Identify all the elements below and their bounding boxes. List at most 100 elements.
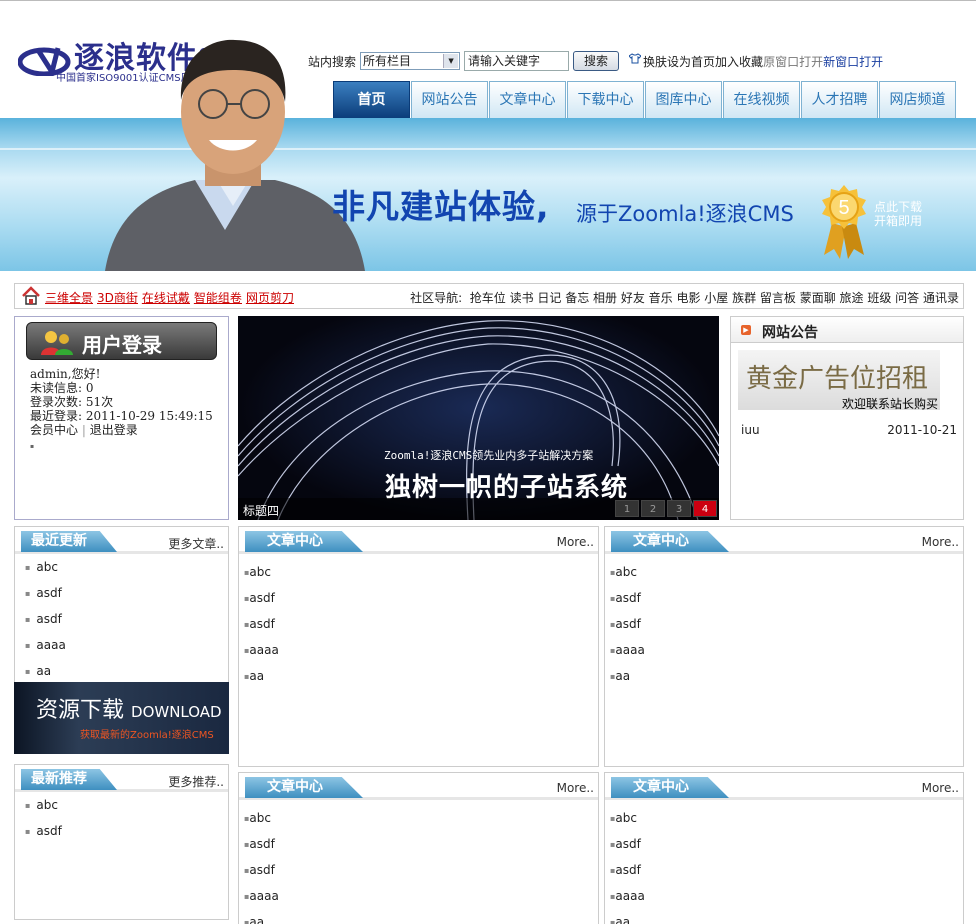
link-set-home[interactable]: 设为首页	[667, 53, 715, 70]
quick-link-panorama[interactable]: 三维全景	[45, 289, 93, 306]
list-item[interactable]: aa	[244, 909, 279, 924]
medal-number: 5	[838, 197, 849, 219]
tab-shop[interactable]: 网店频道	[879, 81, 956, 119]
more-recommend-link[interactable]: 更多推荐..	[168, 773, 224, 790]
slideshow[interactable]: Zoomla!逐浪CMS领先业内多子站解决方案 独树一帜的子站系统 标题四 1 …	[238, 316, 719, 520]
tab-jobs[interactable]: 人才招聘	[801, 81, 878, 119]
list-item[interactable]: aaaa	[610, 883, 644, 909]
list-item[interactable]: aaaa	[244, 883, 278, 909]
panel-title: 文章中心	[611, 531, 729, 552]
tab-articles[interactable]: 文章中心	[489, 81, 566, 119]
list-item[interactable]: asdf	[244, 585, 279, 611]
ad-sub-text: 欢迎联系站长购买	[842, 397, 939, 411]
tab-gallery[interactable]: 图库中心	[645, 81, 722, 119]
recommend-panel: 最新推荐 更多推荐.. abc asdf	[14, 764, 229, 920]
list-item[interactable]: abc	[25, 792, 62, 818]
list-item[interactable]: aa	[610, 909, 645, 924]
notice-item-title[interactable]: iuu	[741, 423, 760, 437]
ad-banner[interactable]: 黄金广告位招租 欢迎联系站长购买	[738, 350, 940, 411]
list-item[interactable]: aaaa	[610, 637, 644, 663]
list-item[interactable]: abc	[610, 559, 645, 585]
users-icon	[41, 331, 73, 355]
more-link[interactable]: More..	[557, 535, 594, 549]
slide-page-2[interactable]: 2	[641, 500, 665, 517]
download-banner[interactable]: 资源下载 DOWNLOAD 获取最新的Zoomla!逐浪CMS	[14, 682, 229, 754]
panel-title: 文章中心	[611, 777, 729, 798]
logout-link[interactable]: 退出登录	[90, 423, 138, 437]
panel-title: 文章中心	[245, 531, 363, 552]
list-item[interactable]: aa	[610, 663, 645, 689]
more-link[interactable]: More..	[922, 535, 959, 549]
list-item[interactable]: asdf	[610, 611, 645, 637]
list-item[interactable]: abc	[244, 559, 279, 585]
list-item[interactable]: abc	[25, 554, 66, 580]
article-panel: 文章中心 More.. abc asdf asdf aaaa aa	[604, 526, 964, 767]
chevron-down-icon: ▼	[443, 54, 459, 68]
panel-title: 最新推荐	[21, 769, 117, 790]
link-same-window[interactable]: 原窗口打开	[763, 53, 823, 70]
slide-page-1[interactable]: 1	[615, 500, 639, 517]
tab-video[interactable]: 在线视频	[723, 81, 800, 119]
link-add-favorite[interactable]: 加入收藏	[715, 53, 763, 70]
login-header: 用户登录	[26, 322, 217, 360]
article-panel: 文章中心 More.. abc asdf asdf aaaa aa	[604, 772, 964, 924]
list-item[interactable]: aa	[25, 658, 66, 684]
search-button[interactable]: 搜索	[573, 51, 620, 71]
login-greeting: admin,您好!	[30, 367, 101, 381]
search-scope-select[interactable]: 所有栏目 ▼	[360, 52, 461, 70]
more-articles-link[interactable]: 更多文章..	[168, 535, 224, 552]
panel-title: 文章中心	[245, 777, 363, 798]
recent-updates-panel: 最近更新 更多文章.. abc asdf asdf aaaa aa	[14, 526, 229, 683]
more-link[interactable]: More..	[922, 781, 959, 795]
slide-caption: 标题四	[243, 504, 280, 518]
home-icon[interactable]	[21, 286, 41, 306]
article-panel: 文章中心 More.. abc asdf asdf aaaa aa	[238, 526, 599, 767]
quick-link-exam[interactable]: 智能组卷	[194, 289, 242, 306]
login-box: 用户登录 admin,您好! 未读信息: 0 登录次数: 51次 最近登录: 2…	[14, 316, 229, 520]
list-item[interactable]: aaaa	[244, 637, 278, 663]
banner-slogan-main: 非凡建站体验,	[332, 187, 550, 226]
banner-download-line2[interactable]: 开箱即用	[874, 212, 922, 229]
shirt-icon	[629, 52, 642, 63]
slide-page-3[interactable]: 3	[667, 500, 691, 517]
list-item[interactable]: asdf	[25, 580, 66, 606]
quick-link-web-scissors[interactable]: 网页剪刀	[246, 289, 294, 306]
login-unread: 未读信息: 0	[30, 381, 94, 395]
search-input[interactable]: 请输入关键字	[464, 51, 570, 71]
list-item[interactable]: asdf	[25, 818, 61, 844]
list-item[interactable]: aa	[244, 663, 279, 689]
list-item[interactable]: abc	[610, 805, 645, 831]
login-count: 登录次数: 51次	[30, 395, 114, 409]
list-item[interactable]: asdf	[610, 831, 645, 857]
panel-title: 最近更新	[21, 531, 117, 552]
community-nav[interactable]: 社区导航: 抢车位 读书 日记 备忘 相册 好友 音乐 电影 小屋 族群 留言板…	[410, 289, 959, 306]
quick-links-bar: 三维全景 3D商街 在线试戴 智能组卷 网页剪刀 社区导航: 抢车位 读书 日记…	[14, 283, 964, 309]
quick-link-3d-street[interactable]: 3D商街	[97, 289, 138, 306]
banner-slogan-sub: 源于Zoomla!逐浪CMS	[576, 202, 794, 226]
login-title: 用户登录	[82, 333, 162, 357]
person-photo	[105, 39, 365, 271]
download-banner-subtitle: 获取最新的Zoomla!逐浪CMS	[80, 730, 214, 741]
list-item[interactable]: asdf	[25, 606, 66, 632]
search-bar: 站内搜索 所有栏目 ▼ 请输入关键字 搜索 换肤 设为首页 加入收藏 原窗口打开…	[308, 50, 883, 72]
download-banner-title: 资源下载 DOWNLOAD	[36, 698, 222, 723]
decorative-dot: ▪	[30, 443, 35, 450]
quick-link-try-on[interactable]: 在线试戴	[142, 289, 190, 306]
list-item[interactable]: aaaa	[25, 632, 65, 658]
list-item[interactable]: abc	[244, 805, 279, 831]
list-item[interactable]: asdf	[244, 831, 279, 857]
notice-item[interactable]: iuu 2011-10-21	[741, 423, 957, 437]
list-item[interactable]: asdf	[244, 857, 279, 883]
slide-page-4[interactable]: 4	[693, 500, 717, 517]
list-item[interactable]: asdf	[610, 857, 645, 883]
arrow-right-icon: ▶	[741, 325, 751, 335]
member-center-link[interactable]: 会员中心	[30, 423, 78, 437]
link-new-window[interactable]: 新窗口打开	[823, 53, 883, 70]
list-item[interactable]: asdf	[244, 611, 279, 637]
link-skin[interactable]: 换肤	[643, 53, 667, 70]
list-item[interactable]: asdf	[610, 585, 645, 611]
tab-downloads[interactable]: 下载中心	[567, 81, 644, 119]
tab-announcements[interactable]: 网站公告	[411, 81, 488, 119]
more-link[interactable]: More..	[557, 781, 594, 795]
article-panel: 文章中心 More.. abc asdf asdf aaaa aa	[238, 772, 599, 924]
